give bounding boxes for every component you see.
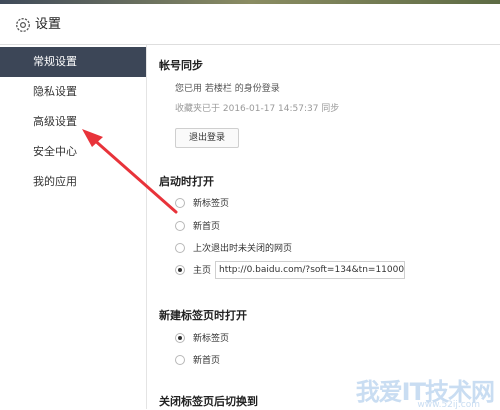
homepage-url-input[interactable]: http://0.baidu.com/?soft=134&tn=11000	[215, 261, 405, 279]
new-tab-title: 新建标签页时打开	[159, 309, 247, 322]
settings-header: 设置	[0, 4, 500, 44]
startup-option-restore-radio[interactable]	[175, 243, 185, 253]
startup-title: 启动时打开	[159, 175, 214, 188]
startup-option-homepage-radio[interactable]	[175, 265, 185, 275]
startup-option-new-tab-label[interactable]: 新标签页	[193, 196, 229, 209]
startup-option-homepage-label[interactable]: 主页	[193, 263, 211, 276]
sidebar-item-advanced[interactable]: 高级设置	[0, 107, 146, 137]
settings-sidebar: 常规设置 隐私设置 高级设置 安全中心 我的应用	[0, 45, 147, 409]
newtab-option-new-home-label[interactable]: 新首页	[193, 353, 220, 366]
sync-time-text: 收藏夹已于 2016-01-17 14:57:37 同步	[175, 104, 340, 114]
logout-button[interactable]: 退出登录	[175, 128, 239, 148]
sidebar-item-security[interactable]: 安全中心	[0, 137, 146, 167]
sidebar-item-general[interactable]: 常规设置	[0, 47, 146, 77]
newtab-option-new-home-radio[interactable]	[175, 355, 185, 365]
sidebar-item-privacy[interactable]: 隐私设置	[0, 77, 146, 107]
close-tab-title: 关闭标签页后切换到	[159, 395, 258, 408]
newtab-option-new-tab-label[interactable]: 新标签页	[193, 331, 229, 344]
startup-option-new-tab-radio[interactable]	[175, 198, 185, 208]
newtab-option-new-tab-radio[interactable]	[175, 333, 185, 343]
account-sync-title: 帐号同步	[159, 59, 203, 72]
startup-option-restore-label[interactable]: 上次退出时未关闭的网页	[193, 241, 292, 254]
sidebar-item-my-apps[interactable]: 我的应用	[0, 167, 146, 197]
gear-icon	[16, 18, 30, 32]
settings-content: 帐号同步 您已用 若楼栏 的身份登录 收藏夹已于 2016-01-17 14:5…	[147, 45, 500, 409]
login-status-text: 您已用 若楼栏 的身份登录	[175, 84, 280, 94]
page-title: 设置	[35, 17, 62, 32]
startup-option-new-home-label[interactable]: 新首页	[193, 219, 220, 232]
startup-option-new-home-radio[interactable]	[175, 221, 185, 231]
